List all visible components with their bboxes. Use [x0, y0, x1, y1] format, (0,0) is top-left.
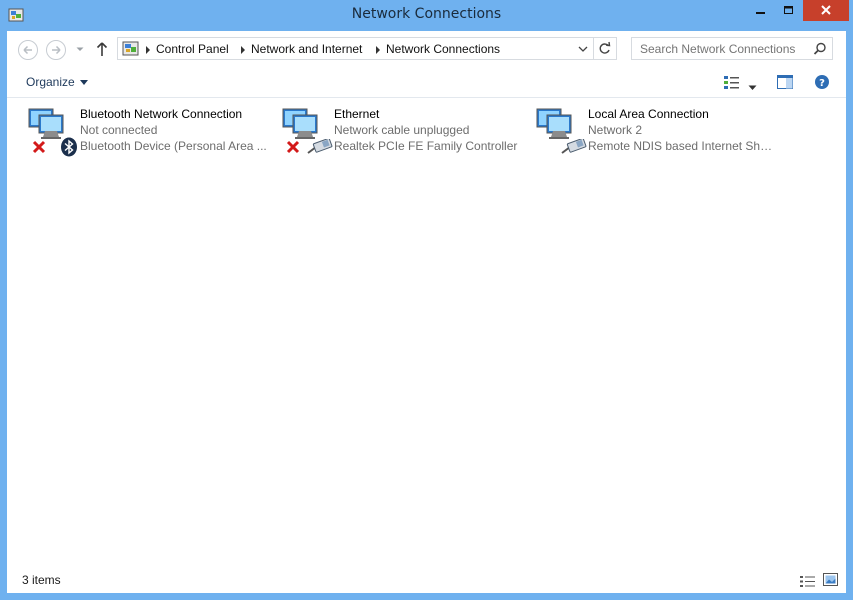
- maximize-button[interactable]: [775, 0, 802, 21]
- status-bar: 3 items: [7, 568, 846, 593]
- view-list-icon: [724, 76, 739, 89]
- breadcrumb-separator-icon[interactable]: [146, 46, 150, 54]
- bluetooth-icon: [61, 137, 77, 157]
- breadcrumb-separator-icon[interactable]: [241, 46, 245, 54]
- chevron-down-icon: [79, 80, 88, 86]
- list-item[interactable]: Bluetooth Network Connection Not connect…: [15, 104, 267, 160]
- large-icons-view-icon: [823, 573, 838, 586]
- recent-locations-chevron-icon[interactable]: [75, 43, 85, 55]
- address-bar: Control Panel Network and Internet Netwo…: [7, 31, 846, 67]
- chevron-down-icon: [748, 85, 757, 90]
- forward-button[interactable]: [46, 40, 66, 60]
- disconnected-x-icon: [32, 140, 46, 154]
- close-button[interactable]: [803, 0, 849, 21]
- minimize-icon: [756, 12, 765, 14]
- item-status: Network 2: [588, 123, 643, 137]
- up-arrow-icon[interactable]: [95, 41, 109, 57]
- item-details: Ethernet Network cable unplugged Realtek…: [334, 106, 524, 154]
- preview-pane-icon: [777, 75, 793, 89]
- window-title: Network Connections: [351, 6, 502, 22]
- refresh-icon: [599, 41, 611, 54]
- item-details: Bluetooth Network Connection Not connect…: [80, 106, 270, 154]
- item-device: Realtek PCIe FE Family Controller: [334, 139, 518, 153]
- item-name: Local Area Connection: [588, 107, 709, 121]
- control-panel-icon[interactable]: [122, 40, 139, 57]
- maximize-icon: [784, 6, 793, 14]
- network-cable-icon: [307, 139, 333, 154]
- item-name: Bluetooth Network Connection: [80, 107, 243, 121]
- svg-text:?: ?: [819, 78, 825, 89]
- help-icon: ?: [815, 75, 829, 89]
- item-device: Bluetooth Device (Personal Area ...: [80, 139, 267, 153]
- network-cable-icon: [561, 139, 587, 154]
- help-button[interactable]: ?: [814, 74, 830, 94]
- breadcrumb-control-panel[interactable]: Control Panel: [156, 42, 229, 56]
- list-item[interactable]: Local Area Connection Network 2 Remote N…: [523, 104, 778, 160]
- explorer-window: Network Connections Control Panel Networ…: [0, 0, 853, 600]
- details-view-button[interactable]: [800, 573, 815, 592]
- search-box[interactable]: [631, 37, 833, 60]
- organize-label: Organize: [26, 75, 75, 89]
- window-client: Control Panel Network and Internet Netwo…: [7, 31, 846, 593]
- item-status: Not connected: [80, 123, 158, 137]
- arrow-left-icon: [23, 45, 32, 55]
- item-details: Local Area Connection Network 2 Remote N…: [588, 106, 778, 154]
- change-view-button[interactable]: [723, 74, 741, 94]
- view-options-dropdown[interactable]: [748, 77, 757, 96]
- organize-menu-button[interactable]: Organize: [26, 75, 88, 89]
- item-device: Remote NDIS based Internet Shari...: [588, 139, 778, 153]
- list-item[interactable]: Ethernet Network cable unplugged Realtek…: [269, 104, 519, 160]
- large-icons-view-button[interactable]: [823, 572, 838, 591]
- breadcrumb[interactable]: Control Panel Network and Internet Netwo…: [117, 37, 594, 60]
- breadcrumb-network-connections[interactable]: Network Connections: [386, 42, 500, 56]
- items-view[interactable]: Bluetooth Network Connection Not connect…: [7, 98, 846, 568]
- back-button[interactable]: [18, 40, 38, 60]
- breadcrumb-separator-icon[interactable]: [376, 46, 380, 54]
- refresh-button[interactable]: [594, 37, 617, 60]
- breadcrumb-network-and-internet[interactable]: Network and Internet: [251, 42, 362, 56]
- command-toolbar: Organize ?: [7, 67, 846, 98]
- item-name: Ethernet: [334, 107, 380, 121]
- arrow-right-icon: [52, 45, 61, 55]
- chevron-down-icon[interactable]: [578, 45, 588, 53]
- search-input[interactable]: [632, 38, 810, 59]
- preview-pane-button[interactable]: [777, 74, 793, 94]
- search-icon[interactable]: [813, 42, 827, 56]
- item-count: 3 items: [22, 573, 61, 587]
- close-icon: [821, 5, 831, 15]
- disconnected-x-icon: [286, 140, 300, 154]
- item-status: Network cable unplugged: [334, 123, 470, 137]
- minimize-button[interactable]: [747, 0, 774, 21]
- details-view-icon: [800, 576, 815, 587]
- title-bar[interactable]: Network Connections: [0, 0, 853, 31]
